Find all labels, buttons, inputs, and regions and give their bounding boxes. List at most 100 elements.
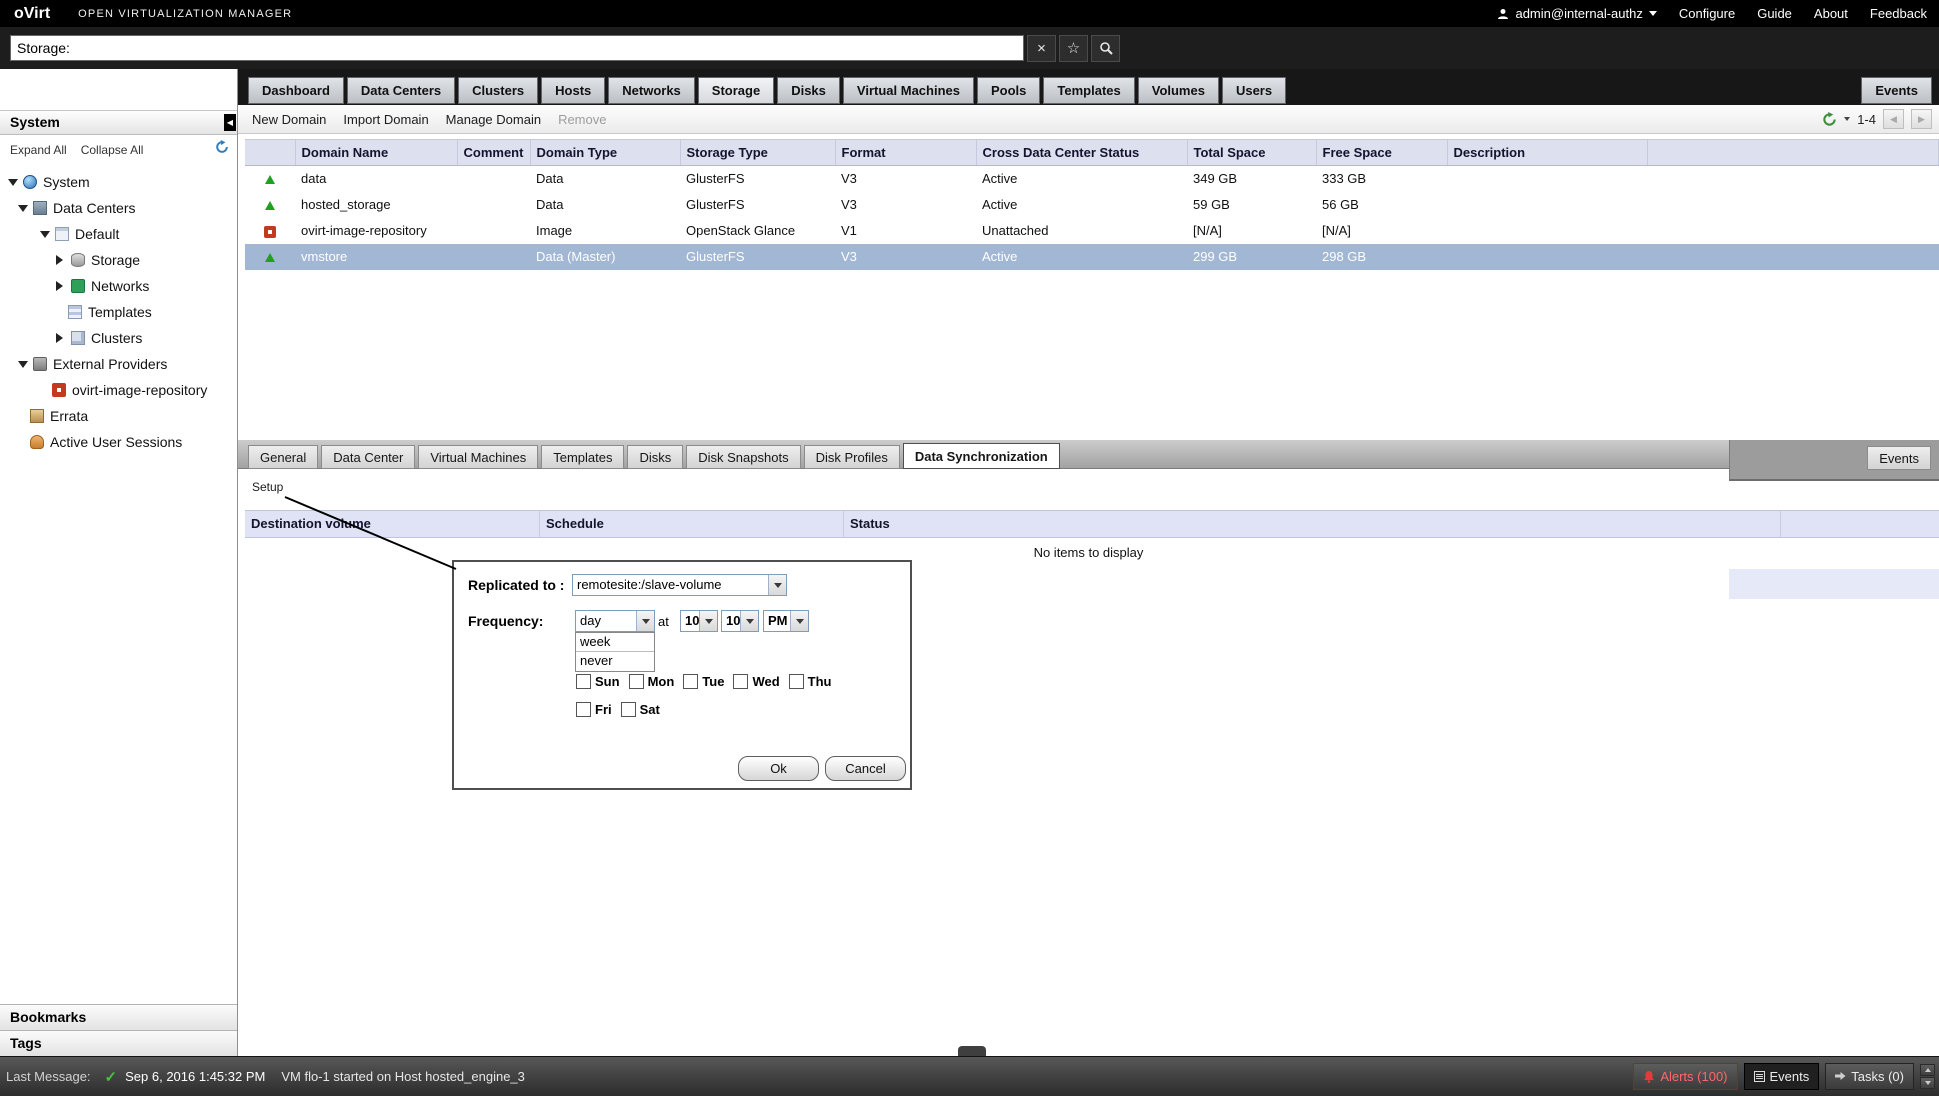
frequency-select[interactable]: day [575,610,655,632]
tab-events[interactable]: Events [1861,77,1932,104]
tab-clusters[interactable]: Clusters [458,77,538,104]
scroll-up-button[interactable] [1920,1064,1935,1076]
tree-item-default[interactable]: Default [0,221,237,247]
meridiem-select[interactable]: PM [763,610,809,632]
user-menu[interactable]: admin@internal-authz [1497,6,1656,21]
dropdown-arrow-icon[interactable] [636,611,654,631]
tree-item-data-centers[interactable]: Data Centers [0,195,237,221]
expand-all-link[interactable]: Expand All [10,143,67,157]
prev-page-button[interactable]: ◀ [1883,109,1904,129]
subtab-disks[interactable]: Disks [627,445,683,469]
column-total-space[interactable]: Total Space [1187,140,1316,166]
footer-collapse-handle[interactable] [958,1046,986,1056]
setup-button[interactable]: Setup [252,480,283,494]
tree-item-networks[interactable]: Networks [0,273,237,299]
column-comment[interactable]: Comment [457,140,530,166]
subtab-data-center[interactable]: Data Center [321,445,415,469]
search-button[interactable] [1091,35,1120,62]
tree-expander-icon[interactable] [18,205,28,212]
about-link[interactable]: About [1814,6,1848,21]
manage-domain-button[interactable]: Manage Domain [446,112,541,127]
clear-search-button[interactable]: × [1027,35,1056,62]
column-domain-name[interactable]: Domain Name [295,140,457,166]
dropdown-arrow-icon[interactable] [740,611,758,631]
frequency-option-week[interactable]: week [576,633,654,652]
frequency-option-never[interactable]: never [576,652,654,671]
new-domain-button[interactable]: New Domain [252,112,326,127]
search-input[interactable] [10,35,1024,61]
feedback-link[interactable]: Feedback [1870,6,1927,21]
tasks-button[interactable]: Tasks (0) [1825,1063,1914,1090]
tree-item-errata[interactable]: Errata [0,403,237,429]
tab-data-centers[interactable]: Data Centers [347,77,455,104]
next-page-button[interactable]: ▶ [1911,109,1932,129]
dropdown-arrow-icon[interactable] [699,611,717,631]
configure-link[interactable]: Configure [1679,6,1735,21]
table-row-data[interactable]: data Data GlusterFS V3 Active 349 GB 333… [245,166,1939,192]
column-free-space[interactable]: Free Space [1316,140,1447,166]
tree-item-clusters[interactable]: Clusters [0,325,237,351]
tab-users[interactable]: Users [1222,77,1286,104]
day-checkbox[interactable] [733,674,748,689]
table-row-vmstore[interactable]: vmstore Data (Master) GlusterFS V3 Activ… [245,244,1939,270]
hour-select[interactable]: 10 [680,610,718,632]
column-status[interactable] [245,140,295,166]
tree-item-storage[interactable]: Storage [0,247,237,273]
table-row-hosted-storage[interactable]: hosted_storage Data GlusterFS V3 Active … [245,192,1939,218]
tab-virtual-machines[interactable]: Virtual Machines [843,77,974,104]
column-schedule[interactable]: Schedule [540,511,844,537]
last-message-text[interactable]: VM flo-1 started on Host hosted_engine_3 [281,1069,525,1084]
dropdown-arrow-icon[interactable] [790,611,808,631]
alerts-button[interactable]: Alerts (100) [1633,1063,1737,1090]
column-storage-type[interactable]: Storage Type [680,140,835,166]
subtab-templates[interactable]: Templates [541,445,624,469]
tab-disks[interactable]: Disks [777,77,840,104]
scroll-down-button[interactable] [1920,1077,1935,1089]
cancel-button[interactable]: Cancel [825,756,906,781]
bookmark-search-button[interactable]: ☆ [1059,35,1088,62]
replicated-to-select[interactable]: remotesite:/slave-volume [572,574,787,596]
tree-expander-icon[interactable] [8,179,18,186]
column-format[interactable]: Format [835,140,976,166]
tree-expander-icon[interactable] [18,361,28,368]
refresh-options-icon[interactable] [1844,117,1850,121]
tree-expander-icon[interactable] [40,231,50,238]
tree-expander-icon[interactable] [56,281,63,291]
minute-select[interactable]: 10 [721,610,759,632]
tree-item-system[interactable]: System [0,169,237,195]
day-checkbox[interactable] [683,674,698,689]
column-sync-status[interactable]: Status [844,511,1781,537]
tree-expander-icon[interactable] [56,255,63,265]
bookmarks-section[interactable]: Bookmarks [0,1004,237,1030]
import-domain-button[interactable]: Import Domain [343,112,428,127]
day-checkbox[interactable] [621,702,636,717]
tab-pools[interactable]: Pools [977,77,1040,104]
tab-dashboard[interactable]: Dashboard [248,77,344,104]
ok-button[interactable]: Ok [738,756,819,781]
tab-templates[interactable]: Templates [1043,77,1134,104]
tree-refresh-button[interactable] [215,140,229,159]
subtab-disk-profiles[interactable]: Disk Profiles [804,445,900,469]
tree-item-templates[interactable]: Templates [0,299,237,325]
day-checkbox[interactable] [576,674,591,689]
refresh-icon[interactable] [1822,112,1837,127]
day-checkbox[interactable] [576,702,591,717]
column-cross-dc-status[interactable]: Cross Data Center Status [976,140,1187,166]
tab-hosts[interactable]: Hosts [541,77,605,104]
column-description[interactable]: Description [1447,140,1647,166]
tags-section[interactable]: Tags [0,1030,237,1056]
column-domain-type[interactable]: Domain Type [530,140,680,166]
subtab-virtual-machines[interactable]: Virtual Machines [418,445,538,469]
day-checkbox[interactable] [629,674,644,689]
dropdown-arrow-icon[interactable] [768,575,786,595]
tree-expander-icon[interactable] [56,333,63,343]
tree-item-active-user-sessions[interactable]: Active User Sessions [0,429,237,455]
table-row-ovirt-image-repository[interactable]: ovirt-image-repository Image OpenStack G… [245,218,1939,244]
events-footer-button[interactable]: Events [1744,1063,1820,1090]
subtab-disk-snapshots[interactable]: Disk Snapshots [686,445,800,469]
subtab-general[interactable]: General [248,445,318,469]
column-destination-volume[interactable]: Destination volume [245,511,540,537]
collapse-panel-button[interactable]: ◀ [224,114,236,131]
subtab-data-synchronization[interactable]: Data Synchronization [903,443,1060,469]
tree-item-external-providers[interactable]: External Providers [0,351,237,377]
